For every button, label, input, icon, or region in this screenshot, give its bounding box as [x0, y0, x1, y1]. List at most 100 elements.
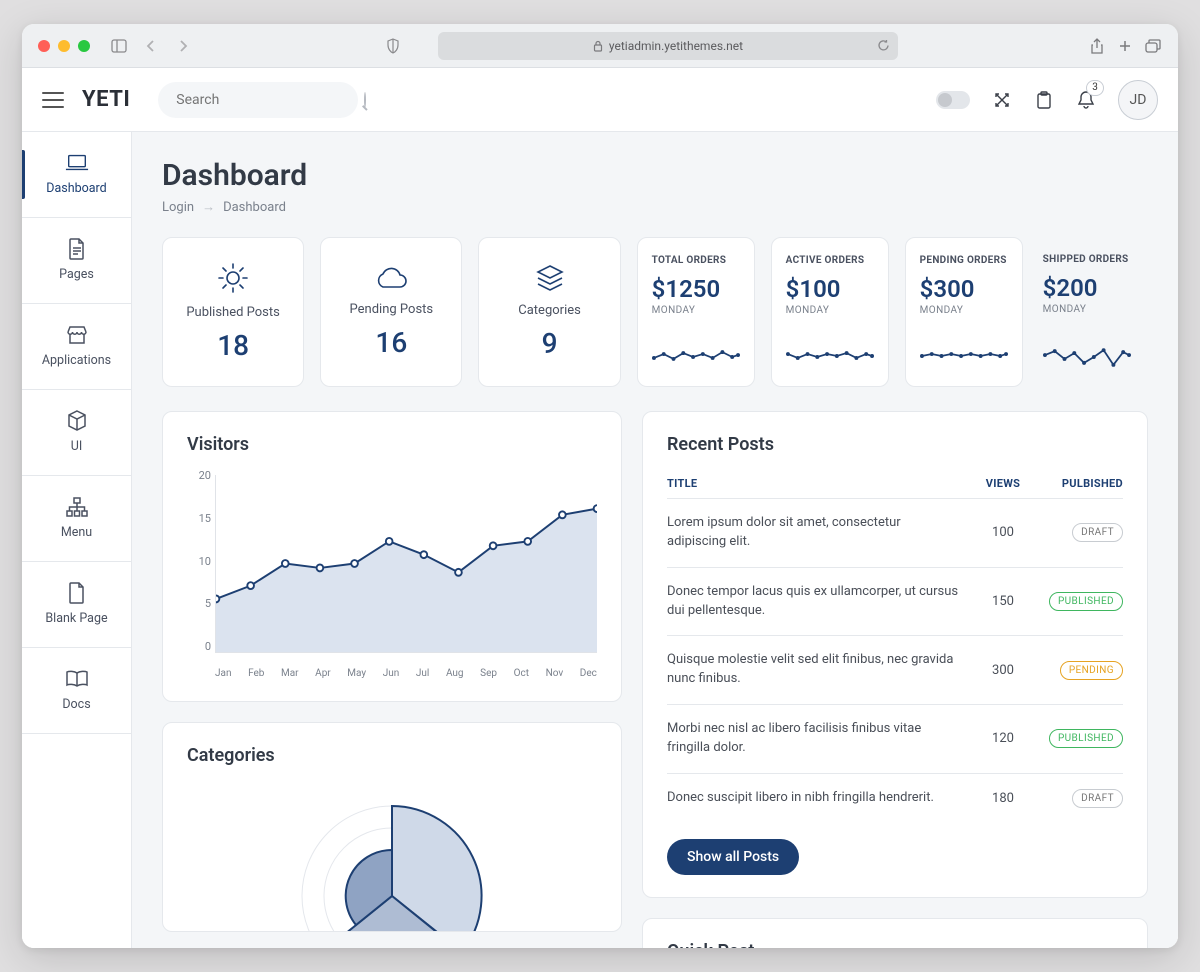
show-all-posts-button[interactable]: Show all Posts	[667, 839, 799, 875]
th-published: PULBISHED	[1033, 477, 1123, 490]
browser-chrome: yetiadmin.yetithemes.net	[22, 24, 1178, 68]
sidebar-item-blank-page[interactable]: Blank Page	[22, 562, 131, 648]
breadcrumb: Login → Dashboard	[162, 199, 1148, 215]
table-row[interactable]: Lorem ipsum dolor sit amet, consectetur …	[667, 498, 1123, 567]
panel-title: Recent Posts	[667, 434, 1123, 455]
categories-chart	[187, 780, 597, 932]
post-views: 120	[973, 731, 1033, 746]
clipboard-icon[interactable]	[1034, 90, 1054, 110]
panel-title: Categories	[187, 745, 597, 766]
stat-total-orders[interactable]: TOTAL ORDERS $1250 MONDAY	[637, 237, 755, 387]
post-title: Lorem ipsum dolor sit amet, consectetur …	[667, 514, 973, 552]
categories-panel: Categories	[162, 722, 622, 932]
cube-icon	[65, 411, 89, 431]
table-row[interactable]: Donec tempor lacus quis ex ullamcorper, …	[667, 567, 1123, 636]
sidebar-item-ui[interactable]: UI	[22, 390, 131, 476]
breadcrumb-item[interactable]: Dashboard	[223, 200, 286, 215]
stat-value: $300	[920, 275, 975, 303]
stat-label: Published Posts	[186, 305, 280, 320]
sidebar-label: Pages	[59, 267, 94, 282]
recent-posts-panel: Recent Posts TITLE VIEWS PULBISHED Lorem…	[642, 411, 1148, 898]
post-title: Donec tempor lacus quis ex ullamcorper, …	[667, 583, 973, 621]
back-button[interactable]	[140, 35, 162, 57]
stat-pending-orders[interactable]: PENDING ORDERS $300 MONDAY	[905, 237, 1023, 387]
visitors-panel: Visitors 20 15 10 5 0	[162, 411, 622, 702]
stat-label: Categories	[518, 303, 581, 318]
post-status: DRAFT	[1033, 789, 1123, 808]
post-status: DRAFT	[1033, 523, 1123, 542]
fullscreen-icon[interactable]	[992, 90, 1012, 110]
sparkline	[920, 342, 1008, 370]
file-icon	[65, 583, 89, 603]
sidebar-item-docs[interactable]: Docs	[22, 648, 131, 734]
post-views: 180	[973, 791, 1033, 806]
post-views: 150	[973, 594, 1033, 609]
layers-icon	[535, 264, 565, 292]
sitemap-icon	[65, 497, 89, 517]
shield-icon[interactable]	[384, 37, 402, 55]
stat-active-orders[interactable]: ACTIVE ORDERS $100 MONDAY	[771, 237, 889, 387]
stat-title: TOTAL ORDERS	[652, 254, 727, 267]
avatar[interactable]: JD	[1118, 80, 1158, 120]
sidebar-item-pages[interactable]: Pages	[22, 218, 131, 304]
panel-title: Quick Post	[667, 941, 1123, 948]
stat-value: 18	[217, 329, 249, 362]
tabs-icon[interactable]	[1144, 37, 1162, 55]
window-controls[interactable]	[38, 40, 90, 52]
sidebar-item-menu[interactable]: Menu	[22, 476, 131, 562]
brand-logo[interactable]: YETI	[82, 87, 130, 112]
avatar-initials: JD	[1130, 92, 1147, 108]
stat-published-posts[interactable]: Published Posts 18	[162, 237, 304, 387]
forward-button[interactable]	[172, 35, 194, 57]
th-views: VIEWS	[973, 477, 1033, 490]
sidebar-label: Dashboard	[46, 181, 106, 196]
breadcrumb-item[interactable]: Login	[162, 200, 194, 215]
close-window[interactable]	[38, 40, 50, 52]
stat-pending-posts[interactable]: Pending Posts 16	[320, 237, 462, 387]
stat-title: SHIPPED ORDERS	[1043, 253, 1129, 266]
sidebar-label: Menu	[61, 525, 92, 540]
new-tab-icon[interactable]	[1116, 37, 1134, 55]
sidebar-toggle-icon[interactable]	[108, 35, 130, 57]
table-row[interactable]: Morbi nec nisl ac libero facilisis finib…	[667, 704, 1123, 773]
stat-title: PENDING ORDERS	[920, 254, 1007, 267]
x-axis: Jan Feb Mar Apr May Jun Jul Aug Sep Oc	[215, 668, 597, 679]
stat-categories[interactable]: Categories 9	[478, 237, 620, 387]
address-bar[interactable]: yetiadmin.yetithemes.net	[438, 32, 898, 60]
maximize-window[interactable]	[78, 40, 90, 52]
y-axis: 20 15 10 5 0	[187, 469, 211, 653]
dark-mode-toggle[interactable]	[936, 91, 970, 109]
notifications-icon[interactable]: 3	[1076, 90, 1096, 110]
sidebar-label: Docs	[62, 697, 90, 712]
stat-value: 16	[375, 326, 407, 359]
sparkline	[1043, 343, 1131, 371]
stat-label: Pending Posts	[350, 302, 434, 317]
menu-toggle[interactable]	[42, 92, 64, 108]
cloud-icon	[373, 265, 409, 291]
url-text: yetiadmin.yetithemes.net	[609, 39, 743, 53]
table-header: TITLE VIEWS PULBISHED	[667, 469, 1123, 498]
sidebar: Dashboard Pages Applications	[22, 132, 132, 948]
table-row[interactable]: Donec suscipit libero in nibh fringilla …	[667, 773, 1123, 823]
quick-post-panel: Quick Post	[642, 918, 1148, 948]
store-icon	[65, 325, 89, 345]
sidebar-label: Applications	[42, 353, 111, 368]
sun-icon	[217, 262, 249, 294]
sidebar-item-dashboard[interactable]: Dashboard	[22, 132, 131, 218]
search-input[interactable]	[174, 91, 356, 109]
search-box[interactable]	[158, 82, 358, 118]
reload-icon[interactable]	[877, 39, 890, 52]
post-views: 100	[973, 525, 1033, 540]
main-content: Dashboard Login → Dashboard Published Po…	[132, 132, 1178, 948]
lock-icon	[593, 40, 603, 52]
table-row[interactable]: Quisque molestie velit sed elit finibus,…	[667, 635, 1123, 704]
th-title: TITLE	[667, 477, 973, 490]
share-icon[interactable]	[1088, 37, 1106, 55]
sidebar-item-applications[interactable]: Applications	[22, 304, 131, 390]
search-icon	[364, 92, 366, 108]
stat-shipped-orders[interactable]: SHIPPED ORDERS $200 MONDAY	[1039, 237, 1148, 387]
page-title: Dashboard	[162, 158, 1148, 193]
post-status: PENDING	[1033, 661, 1123, 680]
post-title: Morbi nec nisl ac libero facilisis finib…	[667, 720, 973, 758]
minimize-window[interactable]	[58, 40, 70, 52]
